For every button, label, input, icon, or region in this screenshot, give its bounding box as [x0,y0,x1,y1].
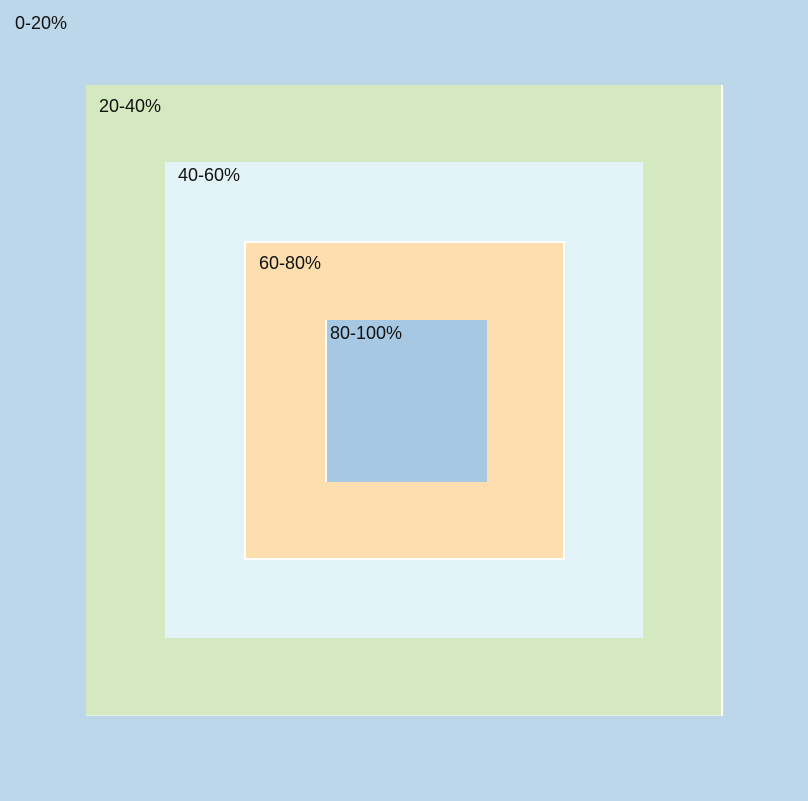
zone-label-40-60: 40-60% [178,165,241,185]
zone-60-80: 60-80% 80-100% [244,241,565,560]
zone-label-80-100: 80-100% [330,323,403,343]
zone-label-0-20: 0-20% [15,13,68,33]
zone-40-60: 40-60% 60-80% 80-100% [165,162,643,638]
zone-80-100: 80-100% [325,320,487,482]
zone-label-20-40: 20-40% [99,96,162,116]
zone-0-20: 0-20% 20-40% 40-60% 60-80% 80-100% [0,0,808,801]
zone-label-60-80: 60-80% [259,253,322,273]
zone-20-40: 20-40% 40-60% 60-80% 80-100% [86,85,723,716]
